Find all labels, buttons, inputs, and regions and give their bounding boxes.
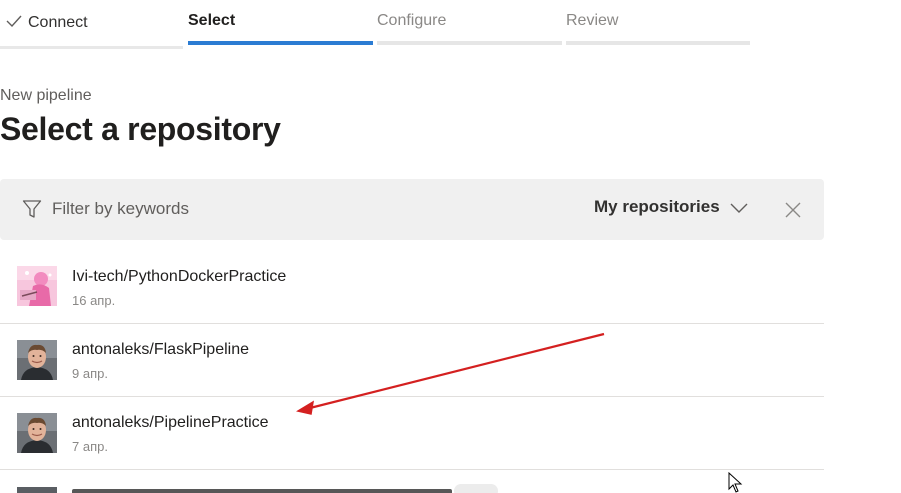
step-configure-label: Configure: [377, 12, 447, 29]
repository-scope-label: My repositories: [594, 197, 720, 216]
step-select-label: Select: [188, 12, 236, 29]
badge-cutoff: [454, 484, 498, 493]
repository-date: 9 апр.: [72, 366, 108, 381]
step-review-label: Review: [566, 12, 619, 29]
repository-row-partial[interactable]: [0, 470, 824, 493]
step-connect[interactable]: Connect: [0, 0, 183, 50]
pink-anime-avatar: [17, 266, 57, 306]
repository-name-cutoff: [72, 489, 452, 493]
step-review[interactable]: Review: [566, 0, 750, 50]
repository-date: 16 апр.: [72, 293, 116, 308]
mouse-cursor-icon: [728, 472, 743, 493]
repository-date: 7 апр.: [72, 439, 108, 454]
breadcrumb: New pipeline: [0, 87, 92, 104]
repository-scope-dropdown[interactable]: My repositories: [594, 197, 748, 221]
chevron-down-icon: [730, 203, 748, 213]
repository-row[interactable]: Ivi-tech/PythonDockerPractice 16 апр.: [0, 251, 824, 324]
person-photo-avatar: [17, 413, 57, 453]
step-select-progress-bar: [188, 41, 373, 45]
close-icon: [785, 202, 801, 218]
repository-row[interactable]: antonaleks/FlaskPipeline 9 апр.: [0, 324, 824, 397]
step-connect-label-wrap: Connect: [6, 14, 88, 32]
step-configure-progress-bar: [377, 41, 562, 45]
step-connect-progress-bar: [0, 46, 183, 49]
checkmark-icon: [6, 15, 22, 27]
step-select[interactable]: Select: [188, 0, 373, 50]
filter-funnel-icon: [22, 200, 42, 218]
repository-name: Ivi-tech/PythonDockerPractice: [72, 268, 287, 285]
step-connect-label: Connect: [28, 14, 88, 31]
clear-filter-button[interactable]: [782, 199, 804, 221]
person-photo-avatar: [17, 487, 57, 493]
repository-name: antonaleks/FlaskPipeline: [72, 341, 249, 358]
repository-row[interactable]: antonaleks/PipelinePractice 7 апр.: [0, 397, 824, 470]
filter-keywords-input[interactable]: [52, 196, 352, 222]
step-review-progress-bar: [566, 41, 750, 45]
person-photo-avatar: [17, 340, 57, 380]
filter-bar: My repositories: [0, 179, 824, 240]
page-title: Select a repository: [0, 111, 281, 147]
repository-name: antonaleks/PipelinePractice: [72, 414, 269, 431]
wizard-steps: Connect Select Configure Review: [0, 0, 901, 50]
step-configure[interactable]: Configure: [377, 0, 562, 50]
